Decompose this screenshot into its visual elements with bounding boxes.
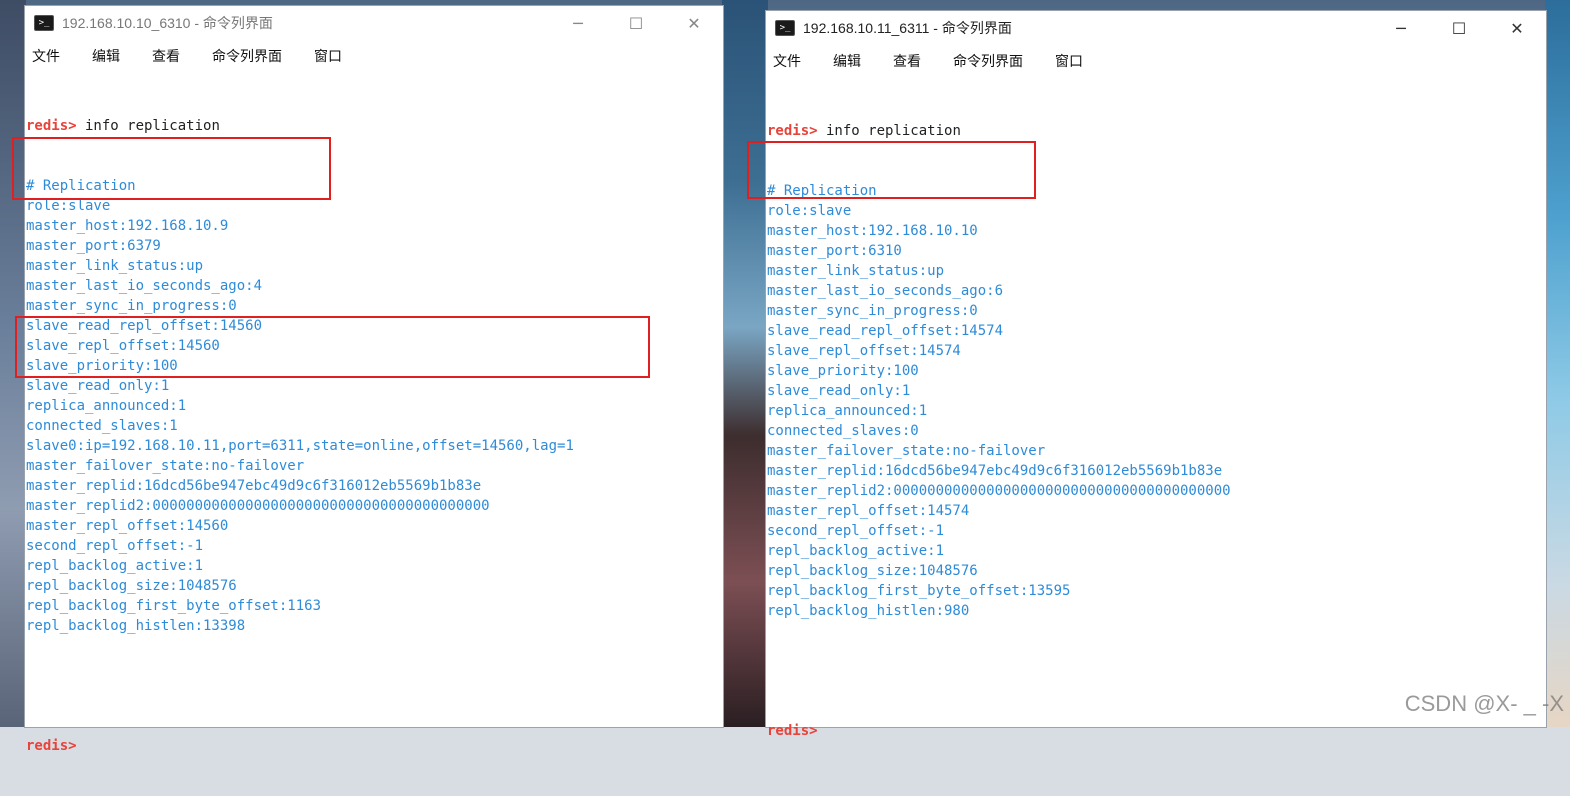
output-line: master_port:6379 — [26, 238, 161, 254]
command-line: redis> info replication — [26, 116, 723, 136]
prompt: redis> — [767, 723, 818, 739]
minimize-button[interactable]: ─ — [1372, 11, 1430, 45]
command-text: info replication — [817, 123, 961, 139]
output-line: slave_priority:100 — [767, 363, 919, 379]
output-line: repl_backlog_first_byte_offset:13595 — [767, 583, 1071, 599]
window-controls: ─ ☐ ✕ — [549, 6, 723, 40]
menu-edit[interactable]: 编辑 — [92, 44, 120, 68]
output-line: master_link_status:up — [26, 258, 204, 274]
output-line: master_link_status:up — [767, 263, 945, 279]
prompt: redis> — [767, 123, 818, 139]
maximize-button[interactable]: ☐ — [1430, 11, 1488, 45]
output-line: connected_slaves:1 — [26, 418, 178, 434]
title-bar[interactable]: >_ 192.168.10.10_6310 - 命令列界面 ─ ☐ ✕ — [25, 6, 723, 40]
output-line: slave_repl_offset:14574 — [767, 343, 961, 359]
watermark: CSDN @X- _ -X — [1404, 691, 1564, 716]
output-line: repl_backlog_size:1048576 — [767, 563, 978, 579]
output-line: master_replid2:0000000000000000000000000… — [26, 498, 490, 514]
highlight-box-master-info — [12, 137, 331, 200]
output-line: slave_read_repl_offset:14574 — [767, 323, 1004, 339]
prompt: redis> — [26, 118, 77, 134]
close-button[interactable]: ✕ — [1488, 11, 1546, 45]
output-line: slave_read_only:1 — [26, 378, 170, 394]
output-line: second_repl_offset:-1 — [767, 523, 945, 539]
menu-file[interactable]: 文件 — [773, 49, 801, 73]
output-line: repl_backlog_active:1 — [26, 558, 204, 574]
output-line: repl_backlog_first_byte_offset:1163 — [26, 598, 322, 614]
terminal-window-6310[interactable]: >_ 192.168.10.10_6310 - 命令列界面 ─ ☐ ✕ 文件 编… — [12, 6, 723, 754]
menu-window[interactable]: 窗口 — [314, 44, 342, 68]
minimize-button[interactable]: ─ — [549, 6, 607, 40]
maximize-button[interactable]: ☐ — [607, 6, 665, 40]
highlight-box-master-info — [747, 141, 1036, 199]
menu-command-line[interactable]: 命令列界面 — [212, 44, 282, 68]
output-line: repl_backlog_active:1 — [767, 543, 945, 559]
title-bar[interactable]: >_ 192.168.10.11_6311 - 命令列界面 ─ ☐ ✕ — [766, 11, 1546, 45]
output-line: master_last_io_seconds_ago:4 — [26, 278, 263, 294]
output-line: connected_slaves:0 — [767, 423, 919, 439]
output-line: role:slave — [767, 203, 852, 219]
output-line: slave_read_only:1 — [767, 383, 911, 399]
output-line: master_failover_state:no-failover — [767, 443, 1046, 459]
output-line: master_sync_in_progress:0 — [26, 298, 237, 314]
window-title: 192.168.10.10_6310 - 命令列界面 — [62, 15, 273, 31]
menu-edit[interactable]: 编辑 — [833, 49, 861, 73]
output-line: master_replid:16dcd56be947ebc49d9c6f3160… — [26, 478, 482, 494]
output-line: second_repl_offset:-1 — [26, 538, 204, 554]
output-line: master_repl_offset:14560 — [26, 518, 229, 534]
final-prompt-line: redis> — [767, 721, 1546, 741]
output-line: master_replid:16dcd56be947ebc49d9c6f3160… — [767, 463, 1223, 479]
output-line: master_sync_in_progress:0 — [767, 303, 978, 319]
window-title: 192.168.10.11_6311 - 命令列界面 — [803, 20, 1012, 36]
terminal-app-icon: >_ — [775, 20, 795, 36]
output-line: master_host:192.168.10.9 — [26, 218, 229, 234]
output-line: replica_announced:1 — [26, 398, 187, 414]
terminal-app-icon: >_ — [34, 15, 54, 31]
menu-command-line[interactable]: 命令列界面 — [953, 49, 1023, 73]
output-line: master_last_io_seconds_ago:6 — [767, 283, 1004, 299]
output-line: repl_backlog_histlen:13398 — [26, 618, 246, 634]
terminal-window-6311[interactable]: >_ 192.168.10.11_6311 - 命令列界面 ─ ☐ ✕ 文件 编… — [747, 11, 1546, 739]
output-line: master_replid2:0000000000000000000000000… — [767, 483, 1231, 499]
menu-view[interactable]: 查看 — [893, 49, 921, 73]
output-line: master_port:6310 — [767, 243, 902, 259]
output-line: slave0:ip=192.168.10.11,port=6311,state=… — [26, 438, 574, 454]
menu-file[interactable]: 文件 — [32, 44, 60, 68]
output-line: repl_backlog_size:1048576 — [26, 578, 237, 594]
close-button[interactable]: ✕ — [665, 6, 723, 40]
command-line: redis> info replication — [767, 121, 1546, 141]
highlight-box-slaves-info — [15, 316, 650, 378]
output-line: master_repl_offset:14574 — [767, 503, 970, 519]
menu-window[interactable]: 窗口 — [1055, 49, 1083, 73]
output-line: master_failover_state:no-failover — [26, 458, 305, 474]
menu-bar: 文件 编辑 查看 命令列界面 窗口 — [25, 40, 723, 72]
menu-view[interactable]: 查看 — [152, 44, 180, 68]
command-text: info replication — [76, 118, 220, 134]
final-prompt-line: redis> — [26, 736, 723, 756]
menu-bar: 文件 编辑 查看 命令列界面 窗口 — [766, 45, 1546, 77]
window-controls: ─ ☐ ✕ — [1372, 11, 1546, 45]
output-line: replica_announced:1 — [767, 403, 928, 419]
desktop-wallpaper-right — [1545, 0, 1570, 727]
output-line: repl_backlog_histlen:980 — [767, 603, 970, 619]
desktop-wallpaper-middle — [722, 0, 768, 727]
output-line: master_host:192.168.10.10 — [767, 223, 978, 239]
prompt: redis> — [26, 738, 77, 754]
